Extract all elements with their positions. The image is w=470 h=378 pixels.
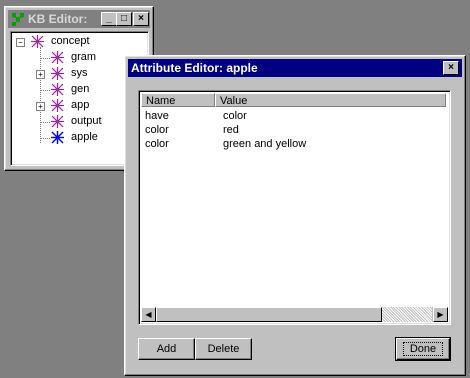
tree-connector (40, 138, 50, 139)
add-button[interactable]: Add (138, 338, 195, 360)
tree-item-apple[interactable]: apple (11, 130, 141, 146)
concept-icon (51, 67, 64, 80)
attr-name: have (145, 110, 169, 122)
attribute-editor-titlebar[interactable]: Attribute Editor: apple × (128, 59, 462, 77)
minimize-button[interactable]: _ (101, 12, 117, 26)
list-item[interactable]: have color (145, 110, 445, 124)
tree-item-sys[interactable]: + sys (11, 66, 141, 82)
tree-item-output[interactable]: output (11, 114, 141, 130)
instance-icon (51, 131, 64, 144)
tree-item-label: gen (71, 83, 90, 95)
concept-icon (31, 35, 44, 48)
attribute-editor-window[interactable]: Attribute Editor: apple × Name Value hav… (124, 55, 466, 376)
attr-name: color (145, 124, 169, 136)
concept-icon (51, 83, 64, 96)
tree-item-label: concept (51, 35, 90, 47)
scroll-thumb[interactable] (156, 307, 382, 322)
tree-item-gen[interactable]: gen (11, 82, 141, 98)
tree-item-label: app (71, 99, 90, 111)
expand-icon[interactable]: + (36, 70, 45, 79)
kb-close-button[interactable]: × (133, 12, 149, 26)
kb-editor-app-icon (12, 13, 24, 26)
kb-editor-titlebar[interactable]: KB Editor: _ □ × (8, 10, 150, 28)
tree-connector (40, 122, 50, 123)
collapse-icon[interactable]: − (16, 38, 25, 47)
attribute-list[interactable]: Name Value have color color red color gr… (138, 90, 451, 325)
tree-item-label: output (71, 115, 102, 127)
concept-icon (51, 51, 64, 64)
expand-icon[interactable]: + (36, 102, 45, 111)
list-item[interactable]: color green and yellow (145, 138, 445, 152)
attr-value: red (223, 124, 239, 136)
attribute-editor-title: Attribute Editor: apple (131, 61, 258, 75)
done-button[interactable]: Done (395, 337, 451, 361)
tree-item-app[interactable]: + app (11, 98, 141, 114)
attr-value: color (223, 110, 247, 122)
tree-item-gram[interactable]: gram (11, 50, 141, 66)
kb-editor-title: KB Editor: (28, 12, 88, 26)
tree-connector (40, 58, 50, 59)
delete-button[interactable]: Delete (195, 338, 252, 360)
done-button-label: Done (402, 342, 444, 356)
tree-item-concept[interactable]: − concept (11, 34, 141, 50)
concept-icon (51, 115, 64, 128)
list-item[interactable]: color red (145, 124, 445, 138)
tree-item-label: gram (71, 51, 97, 63)
maximize-button[interactable]: □ (116, 12, 132, 26)
attr-name: color (145, 138, 169, 150)
tree-item-label: apple (71, 131, 98, 143)
tree-item-label: sys (71, 67, 88, 79)
attr-value: green and yellow (223, 138, 307, 150)
attr-close-button[interactable]: × (443, 61, 459, 75)
horizontal-scrollbar[interactable]: ◀ ▶ (141, 307, 448, 322)
tree-connector (40, 90, 50, 91)
column-header-name[interactable]: Name (141, 93, 215, 107)
scroll-track[interactable] (382, 307, 432, 322)
concept-icon (51, 99, 64, 112)
scroll-right-icon[interactable]: ▶ (433, 307, 448, 322)
scroll-left-icon[interactable]: ◀ (141, 307, 156, 322)
column-header-value[interactable]: Value (215, 93, 446, 107)
